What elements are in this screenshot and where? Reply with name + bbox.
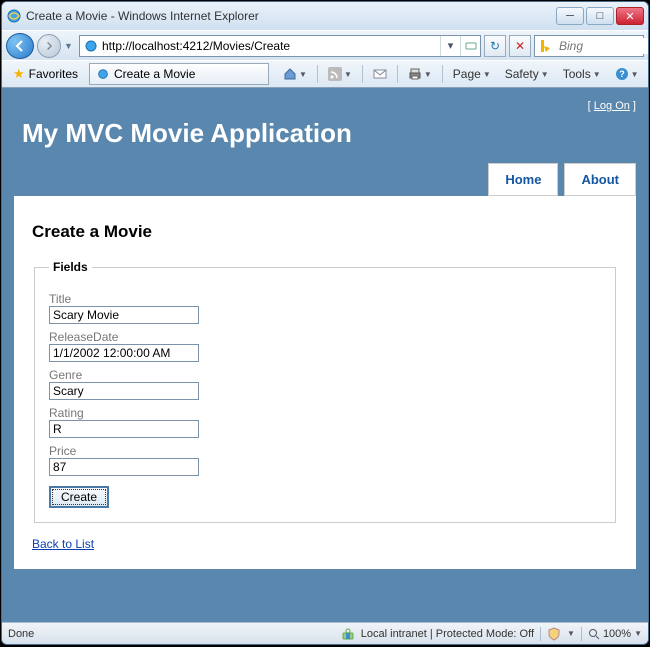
- viewport: [ Log On ] My MVC Movie Application Home…: [2, 87, 648, 622]
- favorites-bar: ★ Favorites Create a Movie: [2, 61, 273, 87]
- minimize-button[interactable]: ─: [556, 7, 584, 25]
- back-to-list-link[interactable]: Back to List: [32, 537, 94, 551]
- dropdown-icon: ▼: [541, 70, 549, 79]
- logon-area: [ Log On ]: [14, 100, 636, 112]
- separator: [362, 65, 363, 83]
- search-bar: [534, 35, 644, 57]
- ie-window: Create a Movie - Windows Internet Explor…: [1, 1, 649, 645]
- create-button[interactable]: Create: [49, 486, 109, 508]
- favorites-button[interactable]: ★ Favorites: [6, 63, 85, 85]
- nav-about[interactable]: About: [564, 163, 636, 196]
- home-button[interactable]: ▼: [277, 63, 313, 85]
- back-button[interactable]: [6, 33, 34, 59]
- label-releasedate: ReleaseDate: [49, 330, 601, 344]
- tab-page-icon: [96, 67, 110, 81]
- separator: [581, 627, 582, 641]
- separator: [317, 65, 318, 83]
- feeds-button[interactable]: ▼: [322, 63, 358, 85]
- zoom-icon: [588, 628, 600, 640]
- tabs-command-row: ★ Favorites Create a Movie ▼ ▼: [2, 60, 648, 87]
- page-body: [ Log On ] My MVC Movie Application Home…: [2, 88, 648, 622]
- print-button[interactable]: ▼: [402, 63, 438, 85]
- page-menu[interactable]: Page ▼: [447, 63, 497, 85]
- protected-mode-icon[interactable]: [547, 627, 561, 641]
- close-button[interactable]: ✕: [616, 7, 644, 25]
- separator: [397, 65, 398, 83]
- label-title: Title: [49, 292, 601, 306]
- svg-text:?: ?: [619, 69, 625, 79]
- separator: [540, 627, 541, 641]
- stop-button[interactable]: ✕: [509, 35, 531, 57]
- address-input[interactable]: [102, 36, 440, 56]
- safety-menu-label: Safety: [505, 67, 539, 81]
- mail-icon: [373, 67, 387, 81]
- help-icon: ?: [615, 67, 629, 81]
- input-releasedate[interactable]: [49, 344, 199, 362]
- window-buttons: ─ □ ✕: [556, 7, 644, 25]
- page-icon: [83, 38, 99, 54]
- recent-pages-dropdown[interactable]: ▼: [64, 41, 76, 51]
- address-dropdown[interactable]: ▾: [440, 36, 460, 56]
- nav-tabs: Home About: [14, 163, 636, 196]
- content-panel: Create a Movie Fields Title ReleaseDate …: [14, 196, 636, 569]
- dropdown-icon: ▼: [483, 70, 491, 79]
- search-input[interactable]: [557, 38, 649, 54]
- label-price: Price: [49, 444, 601, 458]
- tools-menu-label: Tools: [563, 67, 591, 81]
- zone-icon: [341, 627, 355, 641]
- dropdown-icon[interactable]: ▼: [567, 629, 575, 638]
- refresh-button[interactable]: ↻: [484, 35, 506, 57]
- maximize-button[interactable]: □: [586, 7, 614, 25]
- help-button[interactable]: ? ▼: [609, 63, 645, 85]
- ie-logo-icon: [6, 8, 22, 24]
- tools-menu[interactable]: Tools ▼: [557, 63, 607, 85]
- bing-icon: [538, 38, 554, 54]
- dropdown-icon: ▼: [631, 70, 639, 79]
- browser-tab[interactable]: Create a Movie: [89, 63, 269, 85]
- home-dropdown-icon: ▼: [299, 70, 307, 79]
- compat-view-button[interactable]: [460, 36, 480, 56]
- fieldset-legend: Fields: [49, 260, 92, 274]
- input-title[interactable]: [49, 306, 199, 324]
- label-genre: Genre: [49, 368, 601, 382]
- favorites-label: Favorites: [29, 67, 78, 81]
- safety-menu[interactable]: Safety ▼: [499, 63, 555, 85]
- title-bar: Create a Movie - Windows Internet Explor…: [2, 2, 648, 30]
- separator: [442, 65, 443, 83]
- read-mail-button[interactable]: [367, 63, 393, 85]
- nav-home[interactable]: Home: [488, 163, 558, 196]
- status-text: Done: [8, 628, 34, 640]
- app-title: My MVC Movie Application: [22, 118, 636, 149]
- print-icon: [408, 67, 422, 81]
- input-genre[interactable]: [49, 382, 199, 400]
- page-heading: Create a Movie: [32, 222, 618, 242]
- zoom-level: 100%: [603, 628, 631, 640]
- address-bar: ▾: [79, 35, 481, 57]
- window-title: Create a Movie - Windows Internet Explor…: [26, 9, 556, 23]
- fields-fieldset: Fields Title ReleaseDate Genre Rating Pr…: [34, 260, 616, 523]
- command-bar: ▼ ▼ ▼ Page ▼ Safety ▼: [273, 61, 649, 87]
- status-bar: Done Local intranet | Protected Mode: Of…: [2, 622, 648, 644]
- dropdown-icon: ▼: [593, 70, 601, 79]
- print-dropdown-icon: ▼: [424, 70, 432, 79]
- tab-label: Create a Movie: [114, 67, 195, 81]
- nav-bar: ▼ ▾ ↻ ✕: [2, 30, 648, 60]
- dropdown-icon: ▼: [634, 629, 642, 638]
- logon-link[interactable]: Log On: [594, 100, 630, 112]
- input-rating[interactable]: [49, 420, 199, 438]
- star-icon: ★: [13, 66, 25, 82]
- feeds-icon: [328, 67, 342, 81]
- zoom-control[interactable]: 100% ▼: [588, 628, 642, 640]
- input-price[interactable]: [49, 458, 199, 476]
- forward-button[interactable]: [37, 34, 61, 58]
- zone-text: Local intranet | Protected Mode: Off: [361, 628, 534, 640]
- page-menu-label: Page: [453, 67, 481, 81]
- feeds-dropdown-icon: ▼: [344, 70, 352, 79]
- home-icon: [283, 67, 297, 81]
- label-rating: Rating: [49, 406, 601, 420]
